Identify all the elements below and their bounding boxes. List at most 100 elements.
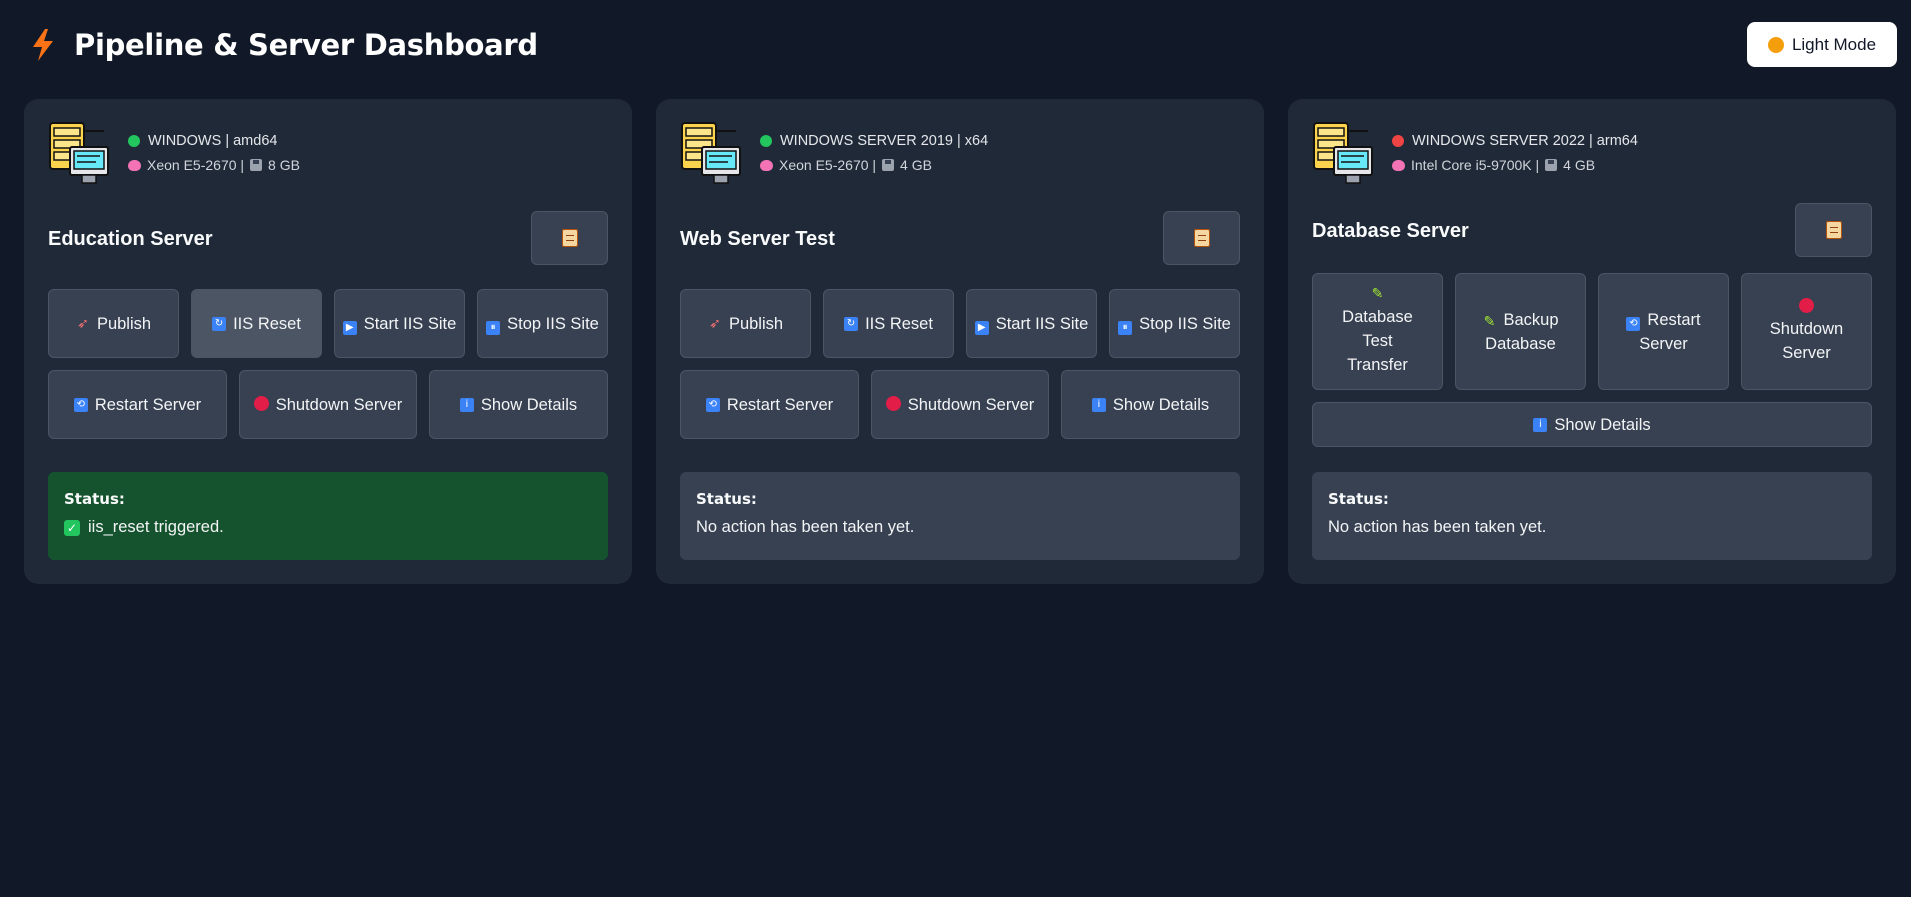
sun-icon <box>1767 36 1784 53</box>
shutdown-server-button[interactable]: Shutdown Server <box>871 370 1049 439</box>
button-label: Restart Server <box>726 395 834 414</box>
status-dot-online-icon <box>128 135 140 147</box>
rocket-icon: ➶ <box>709 315 721 332</box>
os-line: WINDOWS SERVER 2019 | x64 <box>760 133 988 149</box>
status-dot-offline-icon <box>1392 135 1404 147</box>
restart-icon: ⟲ <box>1626 316 1641 331</box>
button-label: Publish <box>96 314 152 333</box>
database-test-transfer-button[interactable]: ✎ Database Test Transfer <box>1312 273 1443 390</box>
server-title: Web Server Test <box>680 228 835 250</box>
button-label: IIS Reset <box>233 314 301 333</box>
stop-iis-site-button[interactable]: ⏸ Stop IIS Site <box>1109 289 1240 358</box>
button-label: Publish <box>728 314 784 333</box>
hardware-line: Xeon E5-2670 | 8 GB <box>128 157 300 173</box>
os-text: WINDOWS SERVER 2022 | arm64 <box>1412 133 1638 149</box>
play-icon: ▶ <box>974 320 989 335</box>
button-label: Stop IIS Site <box>507 314 599 333</box>
cpu-text: Xeon E5-2670 | <box>147 157 245 173</box>
button-label: Start IIS Site <box>363 314 457 333</box>
status-panel: Status: ✓ iis_reset triggered. <box>48 472 608 560</box>
server-card-education: WINDOWS | amd64 Xeon E5-2670 | 8 GB Educ… <box>24 99 632 584</box>
server-title: Database Server <box>1312 220 1469 242</box>
button-label: Database Test Transfer <box>1342 307 1413 374</box>
restart-server-button[interactable]: ⟲ Restart Server <box>680 370 859 439</box>
iis-reset-button[interactable]: ↻ IIS Reset <box>191 289 322 358</box>
publish-button[interactable]: ➶ Publish <box>680 289 811 358</box>
backup-database-button[interactable]: ✎ Backup Database <box>1455 273 1586 390</box>
brain-icon <box>128 159 141 171</box>
button-label: Stop IIS Site <box>1139 314 1231 333</box>
restart-icon: ⟲ <box>705 397 720 412</box>
shutdown-server-button[interactable]: Shutdown Server <box>1741 273 1872 390</box>
light-mode-button[interactable]: Light Mode <box>1747 22 1897 67</box>
status-dot-online-icon <box>760 135 772 147</box>
button-label: Backup Database <box>1485 310 1559 353</box>
status-label: Status: <box>64 490 125 508</box>
scroll-icon <box>1193 229 1210 247</box>
logs-button[interactable] <box>531 211 608 265</box>
ram-text: 8 GB <box>268 157 300 173</box>
light-mode-label: Light Mode <box>1791 34 1877 54</box>
pause-icon: ⏸ <box>486 320 501 335</box>
button-label: Start IIS Site <box>995 314 1089 333</box>
server-icon <box>681 122 741 184</box>
server-info: WINDOWS SERVER 2022 | arm64 Intel Core i… <box>1312 121 1872 185</box>
cpu-text: Xeon E5-2670 | <box>779 157 877 173</box>
button-label: Restart Server <box>1639 310 1701 353</box>
shutdown-server-button[interactable]: Shutdown Server <box>239 370 417 439</box>
refresh-icon: ↻ <box>212 316 227 331</box>
lightning-icon <box>33 29 53 61</box>
os-line: WINDOWS SERVER 2022 | arm64 <box>1392 133 1638 149</box>
show-details-button[interactable]: i Show Details <box>1312 402 1872 447</box>
logs-button[interactable] <box>1163 211 1240 265</box>
button-label: Show Details <box>1112 395 1210 414</box>
info-icon: i <box>1091 397 1106 412</box>
status-text: No action has been taken yet. <box>1328 518 1547 536</box>
button-label: Shutdown Server <box>907 395 1035 414</box>
iis-reset-button[interactable]: ↻ IIS Reset <box>823 289 954 358</box>
hardware-line: Xeon E5-2670 | 4 GB <box>760 157 932 173</box>
status-text: No action has been taken yet. <box>696 518 915 536</box>
scroll-icon <box>561 229 578 247</box>
status-label: Status: <box>1328 490 1389 508</box>
rocket-icon: ➶ <box>77 315 89 332</box>
hardware-line: Intel Core i5-9700K | 4 GB <box>1392 157 1595 173</box>
refresh-icon: ↻ <box>844 316 859 331</box>
logs-button[interactable] <box>1795 203 1872 257</box>
page-title: Pipeline & Server Dashboard <box>74 28 538 62</box>
button-label: Restart Server <box>94 395 202 414</box>
restart-icon: ⟲ <box>73 397 88 412</box>
stop-circle-icon <box>885 395 901 411</box>
scroll-icon <box>1825 221 1842 239</box>
info-icon: i <box>459 397 474 412</box>
status-panel: Status: No action has been taken yet. <box>1312 472 1872 560</box>
ram-text: 4 GB <box>1563 157 1596 173</box>
start-iis-site-button[interactable]: ▶ Start IIS Site <box>966 289 1097 358</box>
server-card-web: WINDOWS SERVER 2019 | x64 Xeon E5-2670 |… <box>656 99 1264 584</box>
title-wrap: Pipeline & Server Dashboard <box>30 28 538 62</box>
button-label: Show Details <box>1554 415 1651 434</box>
info-icon: i <box>1533 417 1548 432</box>
server-card-database: WINDOWS SERVER 2022 | arm64 Intel Core i… <box>1288 99 1896 584</box>
server-info: WINDOWS | amd64 Xeon E5-2670 | 8 GB <box>48 121 608 185</box>
floppy-disk-icon <box>1545 159 1558 171</box>
status-text: iis_reset triggered. <box>88 518 224 536</box>
cpu-text: Intel Core i5-9700K | <box>1411 157 1540 173</box>
show-details-button[interactable]: i Show Details <box>429 370 608 439</box>
start-iis-site-button[interactable]: ▶ Start IIS Site <box>334 289 465 358</box>
show-details-button[interactable]: i Show Details <box>1061 370 1240 439</box>
status-panel: Status: No action has been taken yet. <box>680 472 1240 560</box>
publish-button[interactable]: ➶ Publish <box>48 289 179 358</box>
restart-server-button[interactable]: ⟲ Restart Server <box>48 370 227 439</box>
stop-circle-icon <box>1799 298 1814 313</box>
stop-circle-icon <box>253 395 269 411</box>
os-text: WINDOWS | amd64 <box>148 133 278 149</box>
button-label: Show Details <box>480 395 578 414</box>
server-info: WINDOWS SERVER 2019 | x64 Xeon E5-2670 |… <box>680 121 1240 185</box>
server-icon <box>1313 122 1373 184</box>
button-label: Shutdown Server <box>1769 320 1844 362</box>
stop-iis-site-button[interactable]: ⏸ Stop IIS Site <box>477 289 608 358</box>
ram-text: 4 GB <box>900 157 932 173</box>
pause-icon: ⏸ <box>1118 320 1133 335</box>
restart-server-button[interactable]: ⟲ Restart Server <box>1598 273 1729 390</box>
